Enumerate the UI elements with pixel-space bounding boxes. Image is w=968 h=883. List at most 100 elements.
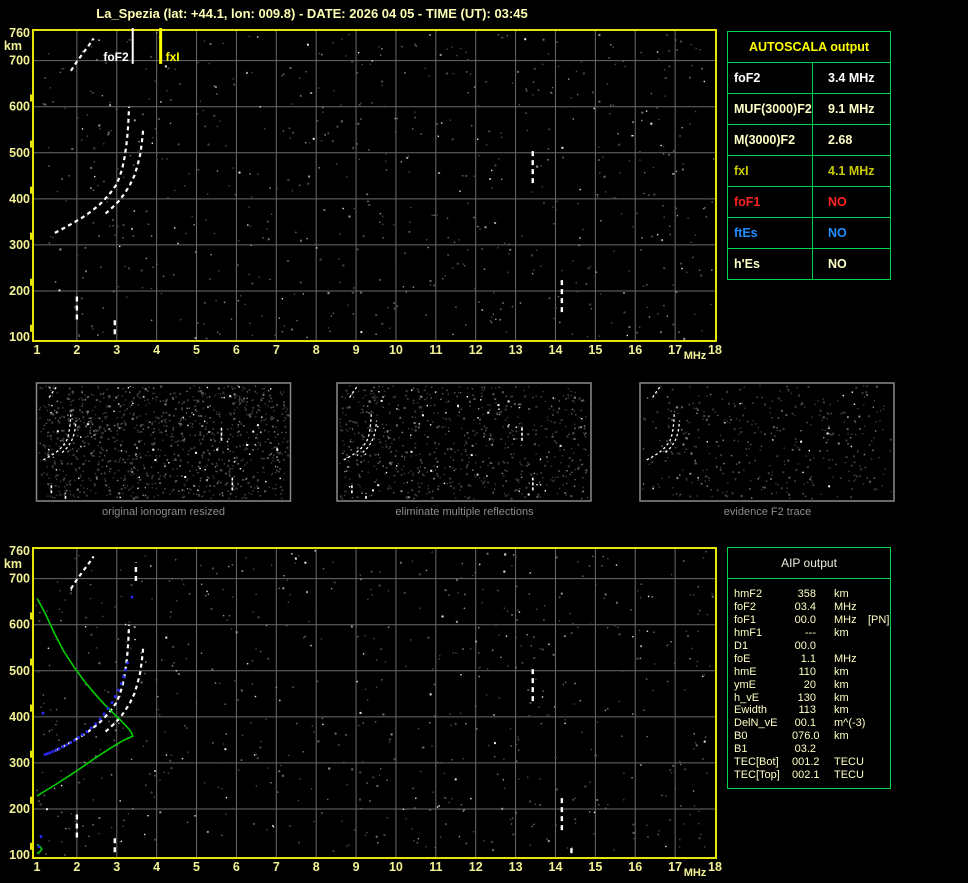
- thumbnail-noise: [38, 385, 290, 500]
- thumbnail-ionogram-0: [35, 382, 292, 502]
- aip-value: 00.0: [794, 613, 816, 626]
- autoscala-param-value: 9.1 MHz: [828, 102, 875, 116]
- aip-value: 03.2: [794, 743, 816, 756]
- aip-label: hmE: [734, 665, 757, 678]
- autoscala-table-header: AUTOSCALA output: [748, 40, 870, 54]
- svg-text:600: 600: [9, 618, 30, 632]
- autoscala-row: MUF(3000)F2 9.1 MHz: [728, 93, 890, 124]
- svg-text:8: 8: [313, 860, 320, 874]
- svg-text:km: km: [4, 557, 22, 571]
- svg-text:400: 400: [9, 710, 30, 724]
- second-hop-echo: [69, 37, 95, 72]
- svg-text:600: 600: [9, 100, 30, 114]
- aip-row: foF2 03.4 MHz: [728, 601, 890, 614]
- svg-text:2: 2: [73, 343, 80, 357]
- svg-text:100: 100: [9, 848, 30, 862]
- svg-text:MHz: MHz: [684, 867, 707, 879]
- aip-label: ymE: [734, 678, 756, 691]
- svg-text:4: 4: [153, 860, 160, 874]
- f2-extraordinary-trace: [104, 130, 145, 215]
- aip-row: DelN_vE 00.1 m^(-3): [728, 717, 890, 730]
- aip-row: ymE 20 km: [728, 679, 890, 692]
- aip-extra: [868, 743, 890, 756]
- svg-text:10: 10: [389, 860, 403, 874]
- aip-unit: m^(-3): [834, 717, 866, 730]
- svg-text:300: 300: [9, 238, 30, 252]
- aip-unit: TECU: [834, 769, 864, 782]
- bottom-ionogram-plot: 760700600500400300200100km1 2 3 4 5 6 7 8 9 10 11 1…: [4, 544, 722, 879]
- aip-label: foF2: [734, 600, 757, 613]
- autoscala-param-label: MUF(3000)F2: [728, 94, 813, 124]
- svg-text:6: 6: [233, 860, 240, 874]
- svg-text:300: 300: [9, 756, 30, 770]
- aip-label: B1: [734, 743, 748, 756]
- svg-text:7: 7: [273, 860, 280, 874]
- aip-value: 1.1: [800, 652, 816, 665]
- svg-text:8: 8: [313, 343, 320, 357]
- aip-value: ---: [805, 626, 816, 639]
- autoscala-param-value: NO: [828, 226, 847, 240]
- svg-text:760: 760: [9, 544, 30, 558]
- second-hop-echo: [69, 555, 95, 590]
- svg-text:500: 500: [9, 146, 30, 160]
- thumbnail-noise: [642, 385, 893, 500]
- aip-row: foE 1.1 MHz: [728, 653, 890, 666]
- autoscala-row: h'Es NO: [728, 248, 890, 279]
- x-axis-labels: 1 2 3 4 5 6 7 8 9 10 11 12 13 14 15 16 17 18MHz: [34, 860, 722, 879]
- echo-speckle-noise: [42, 32, 715, 340]
- thumbnail-noise: [339, 385, 590, 500]
- svg-text:11: 11: [429, 343, 442, 357]
- svg-text:13: 13: [509, 860, 523, 874]
- aip-value: 130: [797, 691, 816, 704]
- aip-row: B1 03.2: [728, 743, 890, 756]
- svg-text:16: 16: [628, 860, 642, 874]
- aip-extra: [868, 730, 890, 743]
- svg-text:15: 15: [588, 860, 602, 874]
- aip-table-rows: hmF2 358 km foF2 03.4 MHz foF1 00.0 MHz [PN] hmF1 -…: [728, 579, 890, 782]
- thumbnail-caption: evidence F2 trace: [723, 506, 812, 518]
- aip-label: foF1: [734, 613, 757, 626]
- aip-unit: km: [834, 678, 849, 691]
- aip-unit: [816, 640, 868, 653]
- y-axis-labels: 760 700 600 500 400 300 200 100 km: [4, 544, 30, 862]
- svg-text:18: 18: [708, 860, 722, 874]
- autoscala-param-label: M(3000)F2: [728, 125, 813, 155]
- aip-extra: [868, 640, 890, 653]
- aip-label: TEC[Top]: [734, 769, 780, 782]
- aip-value: 358: [797, 588, 816, 600]
- svg-text:foF2: foF2: [103, 50, 129, 64]
- aip-row: foF1 00.0 MHz [PN]: [728, 614, 890, 627]
- aip-unit: [816, 743, 868, 756]
- aip-value: 03.4: [794, 600, 816, 613]
- grid-lines: [34, 31, 715, 340]
- aip-label: hmF1: [734, 626, 763, 639]
- svg-text:1: 1: [34, 860, 41, 874]
- svg-text:5: 5: [193, 343, 200, 357]
- svg-text:14: 14: [549, 860, 563, 874]
- fxi-marker: fxI: [159, 28, 180, 64]
- svg-text:14: 14: [549, 343, 563, 357]
- fof2-marker: foF2: [103, 28, 134, 64]
- svg-text:200: 200: [9, 802, 30, 816]
- autoscala-param-value: NO: [828, 195, 847, 209]
- svg-text:6: 6: [233, 343, 240, 357]
- aip-label: foE: [734, 652, 751, 665]
- svg-text:9: 9: [353, 860, 360, 874]
- aip-value: 001.2: [792, 756, 820, 769]
- svg-text:100: 100: [9, 330, 30, 344]
- svg-text:3: 3: [113, 860, 120, 874]
- aip-row: Ewidth 113 km: [728, 704, 890, 717]
- vertical-echoes: [75, 149, 564, 335]
- aip-row: h_vE 130 km: [728, 692, 890, 705]
- aip-unit: km: [834, 730, 849, 743]
- aip-value: 113: [798, 704, 816, 717]
- aip-unit: MHz: [834, 613, 857, 626]
- autoscala-output-table: AUTOSCALA output foF2 3.4 MHz MUF(3000)F2 9…: [727, 31, 891, 280]
- vertical-echoes: [75, 562, 573, 854]
- autoscala-param-value: 2.68: [828, 133, 853, 147]
- aip-label: D1: [734, 639, 749, 652]
- svg-text:15: 15: [588, 343, 602, 357]
- autoscala-param-value: 3.4 MHz: [828, 71, 875, 85]
- svg-text:11: 11: [429, 860, 442, 874]
- autoscala-param-value: 4.1 MHz: [828, 164, 875, 178]
